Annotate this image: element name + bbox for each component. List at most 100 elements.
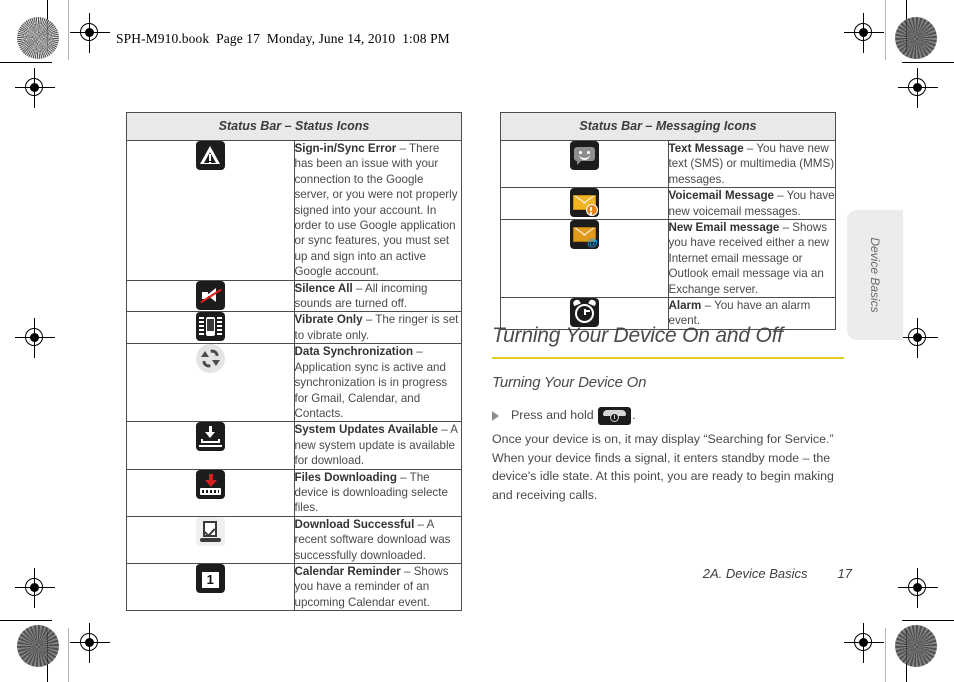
status-icon-cell: 1 — [126, 562, 295, 612]
messaging-icon-cell — [500, 187, 669, 221]
table-row: @ New Email message – Shows you have rec… — [500, 219, 836, 299]
color-bar-swatch-bottom-right — [895, 625, 937, 667]
instruction-bullet: Press and hold . — [492, 406, 842, 425]
registration-target-upper-left — [15, 68, 55, 108]
thumb-tab-device-basics: Device Basics — [847, 210, 903, 340]
status-icon-term: Vibrate Only — [294, 313, 363, 327]
registration-target-top-left — [70, 13, 110, 53]
table-row: Data Synchronization – Application sync … — [126, 343, 462, 423]
status-icon-description: Files Downloading – The device is downlo… — [293, 468, 462, 517]
status-icon-term: Calendar Reminder — [294, 564, 401, 578]
term-dash: – — [743, 142, 757, 155]
registration-target-bottom-left — [70, 623, 110, 663]
mute-speaker-icon — [195, 280, 225, 310]
section-heading: Turning Your Device On and Off — [492, 324, 783, 347]
table-row: Text Message – You have new text (SMS) o… — [500, 139, 836, 189]
registration-target-mid-right — [898, 318, 938, 358]
status-icon-cell — [126, 343, 295, 423]
status-icon-cell — [126, 279, 295, 313]
text-message-bubble-icon — [569, 141, 599, 170]
registration-target-mid-left — [15, 318, 55, 358]
status-icon-text: There has been an issue with your connec… — [294, 142, 458, 279]
messaging-icon-description: Voicemail Message – You have new voicema… — [667, 187, 836, 221]
footer-chapter-title: 2A. Device Basics — [702, 566, 808, 581]
color-bar-swatch-top-left — [17, 17, 59, 59]
messaging-icons-table: Status Bar – Messaging Icons Text Messag… — [500, 112, 836, 330]
status-icon-text: Application sync is active and synchroni… — [294, 360, 448, 420]
instruction-text-before: Press and hold — [511, 408, 594, 422]
term-dash: – — [437, 423, 451, 437]
section-heading-rule — [492, 357, 844, 359]
status-icon-term: Files Downloading — [294, 470, 397, 484]
table-row: Sign-in/Sync Error – There has been an i… — [126, 140, 462, 281]
instruction-text-after: . — [632, 408, 636, 422]
crop-mark-bottom-left-h — [0, 620, 52, 621]
status-icon-cell — [126, 515, 295, 564]
status-icon-cell — [126, 140, 295, 281]
color-bar-swatch-top-right — [895, 17, 937, 59]
messaging-icon-term: New Email message — [668, 221, 780, 235]
status-icon-description: Silence All – All incoming sounds are tu… — [293, 279, 462, 313]
messaging-icon-cell — [500, 139, 669, 189]
table-row: Silence All – All incoming sounds are tu… — [126, 279, 462, 313]
section-paragraph: Once your device is on, it may display “… — [492, 432, 834, 502]
registration-target-top-right — [844, 13, 884, 53]
term-dash: – — [773, 189, 787, 203]
messaging-icon-description: New Email message – Shows you have recei… — [667, 219, 836, 299]
table-row: System Updates Available – A new system … — [126, 421, 462, 470]
status-icon-term: Sign-in/Sync Error — [294, 142, 397, 155]
crop-mark-bottom-right-h — [902, 620, 954, 621]
registration-target-bottom-right — [844, 623, 884, 663]
status-icon-term: Download Successful — [294, 517, 415, 531]
status-icon-cell — [126, 468, 295, 517]
table-row: Download Successful – A recent software … — [126, 515, 462, 564]
status-icon-description: Calendar Reminder – Shows you have a rem… — [293, 562, 462, 612]
term-dash: – — [400, 564, 414, 578]
calendar-day-number: 1 — [200, 570, 220, 589]
page-footer: 2A. Device Basics 17 — [492, 566, 852, 581]
voicemail-envelope-icon — [569, 188, 599, 218]
guide-line-left — [68, 0, 69, 60]
guide-line-bottom-right — [885, 628, 886, 682]
guide-line-right — [885, 0, 886, 60]
status-icon-description: Sign-in/Sync Error – There has been an i… — [293, 140, 462, 281]
guide-line-bottom-left — [68, 628, 69, 682]
status-icon-description: System Updates Available – A new system … — [293, 421, 462, 470]
term-dash: – — [701, 299, 715, 313]
status-icons-table-header: Status Bar – Status Icons — [126, 112, 462, 141]
footer-page-number: 17 — [837, 566, 852, 581]
status-icon-cell — [126, 421, 295, 470]
term-dash: – — [779, 221, 793, 235]
messaging-icon-term: Text Message — [668, 142, 744, 155]
status-icon-description: Download Successful – A recent software … — [293, 515, 462, 564]
status-icons-table: Status Bar – Status Icons Sign-in/Sync E… — [126, 112, 462, 612]
status-icon-description: Data Synchronization – Application sync … — [293, 343, 462, 423]
color-bar-swatch-bottom-left — [17, 625, 59, 667]
registration-target-lower-left — [15, 568, 55, 608]
messaging-icons-table-header: Status Bar – Messaging Icons — [500, 112, 836, 141]
term-dash: – — [414, 517, 427, 531]
power-key-icon — [598, 406, 632, 425]
messaging-icon-description: Text Message – You have new text (SMS) o… — [667, 139, 836, 189]
messaging-icon-term: Voicemail Message — [668, 189, 774, 203]
term-dash: – — [362, 313, 376, 327]
crop-mark-top-left-h — [0, 62, 52, 63]
section-subheading: Turning Your Device On — [492, 374, 647, 391]
download-arrow-icon — [195, 469, 225, 499]
registration-target-upper-right — [898, 68, 938, 108]
bullet-triangle-icon — [492, 410, 499, 421]
table-row: 1 Calendar Reminder – Shows you have a r… — [126, 562, 462, 612]
warning-triangle-icon — [195, 141, 225, 170]
status-icon-description: Vibrate Only – The ringer is set to vibr… — [293, 311, 462, 345]
term-dash: – — [396, 142, 409, 155]
status-icon-term: System Updates Available — [294, 423, 438, 437]
messaging-icon-cell: @ — [500, 219, 669, 299]
sync-arrows-icon — [195, 344, 225, 374]
thumb-tab-label: Device Basics — [868, 237, 882, 313]
term-dash: – — [413, 345, 423, 359]
status-icon-cell — [126, 311, 295, 345]
running-header: SPH-M910.book Page 17 Monday, June 14, 2… — [116, 31, 450, 46]
status-icon-term: Silence All — [294, 281, 353, 295]
vibrate-phone-icon — [195, 312, 225, 342]
registration-target-lower-right — [898, 568, 938, 608]
